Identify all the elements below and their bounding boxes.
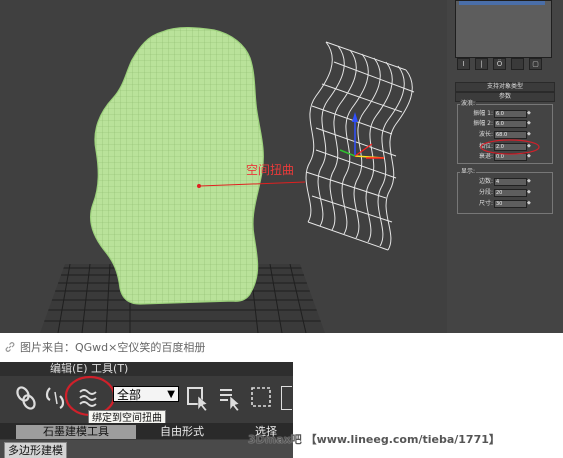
group-display-title: 显示: <box>460 168 477 175</box>
image-caption: 图片来自：QGwd×空仪笑的百度相册 <box>0 336 563 360</box>
spinner-icon[interactable]: ◆ <box>527 178 531 185</box>
menu-bar[interactable]: 编辑(E) 工具(T) <box>0 362 293 376</box>
window-crossing-icon[interactable] <box>281 386 292 410</box>
param-segments-label: 分段: <box>478 189 493 196</box>
select-by-name-icon[interactable] <box>218 384 242 412</box>
rectangular-selection-icon[interactable] <box>250 384 274 412</box>
select-object-icon[interactable] <box>186 384 210 412</box>
param-sides-field[interactable]: 4 <box>494 178 527 186</box>
param-sides-label: 边数: <box>478 178 493 185</box>
scene-render <box>40 27 415 333</box>
spinner-icon[interactable]: ◆ <box>527 189 531 196</box>
watermark-text: 3Dmax吧 【www.lineeg.com/tieba/1771】 <box>248 433 500 446</box>
spinner-icon[interactable]: ◆ <box>527 200 531 207</box>
tab-graphite-modeling-tools[interactable]: 石墨建模工具 <box>16 425 136 439</box>
deformed-plane-mesh <box>90 27 264 305</box>
chevron-down-icon: ▼ <box>167 389 175 400</box>
phase-highlight-ellipse <box>480 139 540 155</box>
selection-filter-dropdown[interactable]: 全部 ▼ <box>113 386 179 402</box>
param-size-field[interactable]: 30 <box>494 200 527 208</box>
caption-text: 图片来自：QGwd×空仪笑的百度相册 <box>20 341 206 354</box>
command-panel: I | Ö ▢ 支持对象类型 参数 波浪: 振幅 1: 6.0 ◆ 振幅 2: … <box>447 0 563 333</box>
param-segments-field[interactable]: 20 <box>494 189 527 197</box>
viewport-perspective[interactable]: 空间扭曲 <box>0 0 447 333</box>
tab-freeform[interactable]: 自由形式 <box>160 425 204 439</box>
annotation-label: 空间扭曲 <box>246 163 295 177</box>
select-and-link-icon[interactable] <box>14 384 38 412</box>
selection-filter-value: 全部 <box>117 388 142 402</box>
link-icon <box>4 341 16 353</box>
wave-spacewarp-gizmo <box>305 41 415 251</box>
tab-polygon-modeling[interactable]: 多边形建模 <box>4 442 67 458</box>
param-size-label: 尺寸: <box>478 200 493 207</box>
